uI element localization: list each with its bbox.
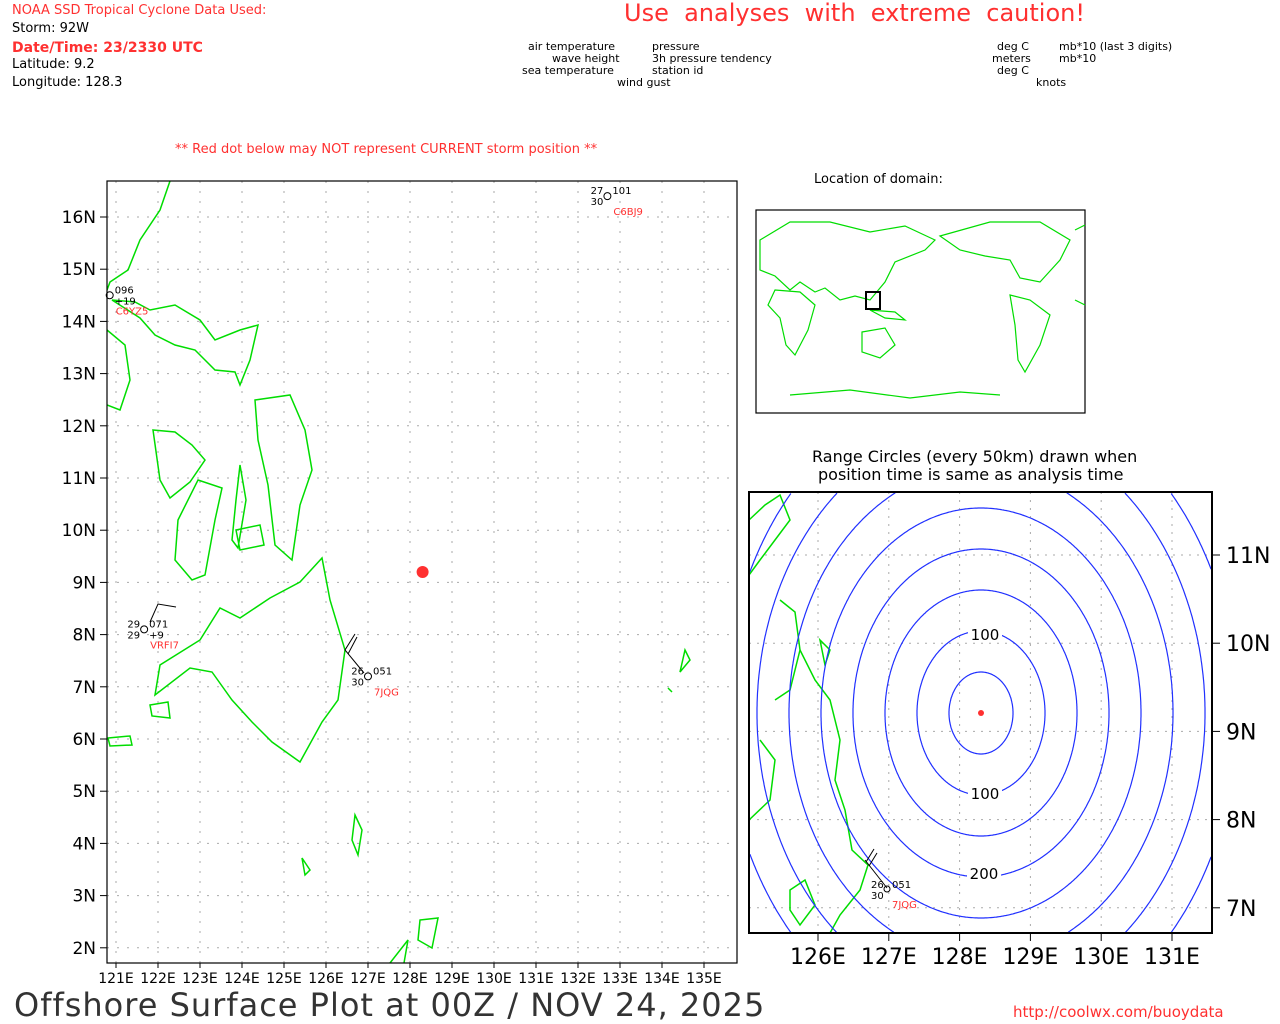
svg-text:29: 29 (127, 630, 140, 641)
lon-tick-label: 129E (434, 971, 470, 987)
svg-text:30: 30 (591, 197, 604, 208)
lon-tick-label: 130E (1073, 945, 1129, 970)
storm-position-dot[interactable] (416, 565, 429, 578)
ring-label: 100 (971, 626, 1000, 644)
lat-tick-label: 5N (72, 782, 96, 802)
svg-text:C6BJ9: C6BJ9 (613, 207, 643, 218)
svg-text:30: 30 (871, 891, 884, 902)
station-7JQG[interactable]: 2630 051 7JQG (351, 666, 399, 698)
svg-text:101: 101 (612, 186, 631, 197)
svg-text:051: 051 (373, 666, 392, 677)
lat-tick-label: 11N (1226, 544, 1270, 569)
lat-tick-label: 11N (62, 469, 96, 489)
lat-tick-label: 9N (72, 573, 96, 593)
lon-tick-label: 125E (266, 971, 302, 987)
station-C6BJ9[interactable]: 2730 101 C6BJ9 (591, 186, 643, 218)
lat-tick-label: 8N (1226, 809, 1256, 834)
lat-tick-label: 7N (1226, 897, 1256, 922)
lat-tick-label: 10N (1226, 632, 1270, 657)
lat-tick-label: 6N (72, 730, 96, 750)
svg-text:051: 051 (892, 880, 911, 891)
ring-label: 100 (971, 785, 1000, 803)
lon-tick-label: 121E (98, 971, 134, 987)
surface-plot-page: NOAA SSD Tropical Cyclone Data Used: Sto… (0, 0, 1280, 1024)
lon-tick-label: 126E (308, 971, 344, 987)
lon-tick-label: 131E (518, 971, 554, 987)
lat-tick-label: 16N (62, 208, 96, 228)
svg-text:27: 27 (591, 186, 604, 197)
svg-text:30: 30 (351, 677, 364, 688)
lat-tick-label: 4N (72, 834, 96, 854)
maps-svg: 121E 122E 123E 124E 125E 126E 127E 128E 129E 130E… (62, 180, 1270, 987)
lon-tick-label: 127E (861, 945, 917, 970)
svg-text:29: 29 (127, 619, 140, 630)
lat-tick-label: 8N (72, 626, 96, 646)
svg-text:C6YZ5: C6YZ5 (116, 306, 149, 317)
lon-tick-label: 133E (602, 971, 638, 987)
svg-text:7JQG: 7JQG (374, 687, 399, 698)
lon-tick-label: 131E (1144, 945, 1200, 970)
lon-tick-label: 128E (392, 971, 428, 987)
lat-tick-label: 3N (72, 887, 96, 907)
lon-tick-label: 134E (644, 971, 680, 987)
svg-text:7JQG: 7JQG (892, 900, 917, 911)
svg-text:096: 096 (115, 285, 134, 296)
station-VRFI7[interactable]: 2929071+9VRFI7 (127, 619, 179, 651)
lat-tick-label: 10N (62, 521, 96, 541)
svg-text:071: 071 (149, 619, 168, 630)
lat-tick-label: 12N (62, 417, 96, 437)
lon-tick-label: 129E (1002, 945, 1058, 970)
main-map-axis-labels: 121E 122E 123E 124E 125E 126E 127E 128E 129E 130E… (62, 208, 722, 987)
svg-text:26: 26 (871, 880, 884, 891)
range-storm-dot[interactable] (978, 710, 984, 716)
lon-tick-label: 130E (476, 971, 512, 987)
lat-tick-label: 15N (62, 260, 96, 280)
lat-tick-label: 9N (1226, 720, 1256, 745)
lon-tick-label: 132E (560, 971, 596, 987)
station-C6YZ5[interactable]: 096+19C6YZ5 (105, 285, 149, 317)
main-map-coastline (107, 181, 691, 963)
lon-tick-label: 135E (686, 971, 722, 987)
lon-tick-label: 123E (182, 971, 218, 987)
svg-text:VRFI7: VRFI7 (150, 640, 179, 651)
lon-tick-label: 126E (790, 945, 846, 970)
lon-tick-label: 122E (140, 971, 176, 987)
ring-label: 200 (970, 865, 999, 883)
lat-tick-label: 2N (72, 939, 96, 959)
station-plots: 096+19C6YZ52929071+9VRFI726300517JQG2730… (105, 186, 643, 698)
lon-tick-label: 128E (932, 945, 988, 970)
domain-map-frame (755, 209, 1086, 414)
lat-tick-label: 7N (72, 678, 96, 698)
svg-text:26: 26 (351, 666, 364, 677)
lon-tick-label: 124E (224, 971, 260, 987)
lon-tick-label: 127E (350, 971, 386, 987)
range-map-coastline (749, 493, 869, 933)
range-station-7JQG: 26 30 051 7JQG (864, 848, 917, 911)
lat-tick-label: 13N (62, 365, 96, 385)
lat-tick-label: 14N (62, 312, 96, 332)
